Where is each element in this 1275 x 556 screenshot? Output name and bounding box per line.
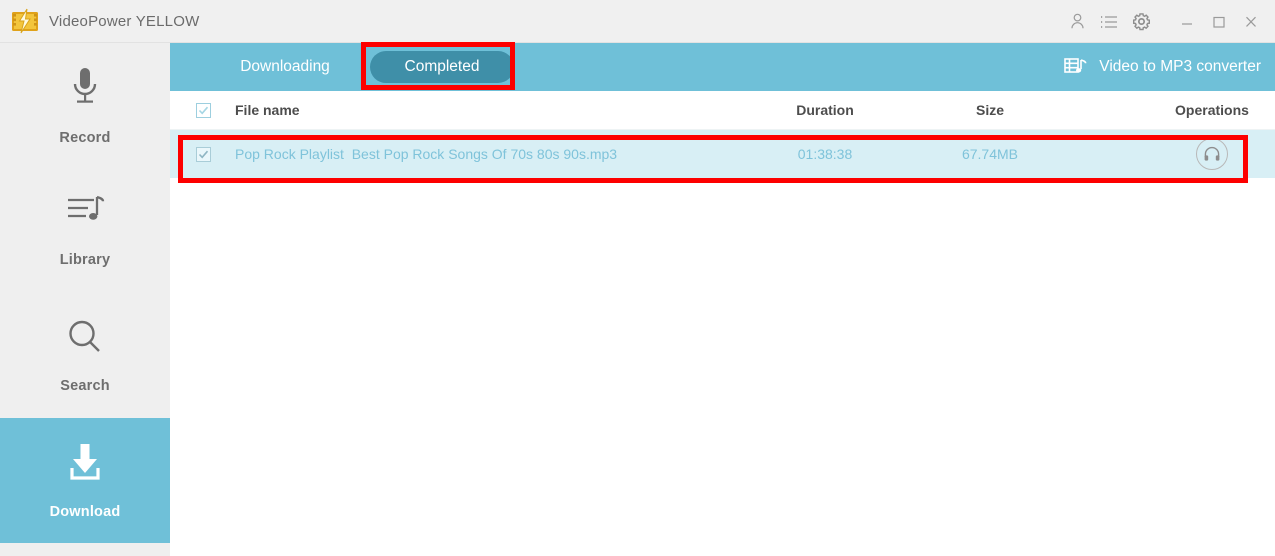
- videopower-logo-icon: [10, 7, 40, 35]
- tab-completed[interactable]: Completed: [370, 51, 514, 83]
- table-row[interactable]: Pop Rock Playlist Best Pop Rock Songs Of…: [170, 130, 1275, 178]
- table-header-row: File name Duration Size Operations: [170, 91, 1275, 130]
- application-window: VideoPower YELLOW Record Library Search …: [0, 0, 1275, 556]
- window-controls: [1061, 0, 1267, 43]
- title-bar: VideoPower YELLOW: [0, 0, 1275, 43]
- tab-bar: Downloading Completed Video to MP3 conve…: [170, 43, 1275, 91]
- app-title: VideoPower YELLOW: [49, 12, 200, 30]
- sidebar-item-label: Download: [49, 504, 121, 520]
- maximize-icon[interactable]: [1203, 7, 1235, 37]
- row-checkbox[interactable]: [195, 146, 211, 162]
- row-duration: 01:38:38: [797, 146, 853, 162]
- sidebar-item-label: Library: [59, 252, 111, 268]
- row-size: 67.74MB: [961, 146, 1019, 162]
- column-header-size[interactable]: Size: [930, 91, 1050, 129]
- magnifier-icon: [65, 317, 105, 362]
- video-to-mp3-converter-button[interactable]: Video to MP3 converter: [1063, 43, 1261, 91]
- playlist-music-icon: [64, 193, 106, 236]
- column-header-operations: Operations: [1175, 102, 1249, 118]
- select-all-checkbox[interactable]: [195, 102, 211, 118]
- column-header-file-name[interactable]: File name: [235, 91, 300, 129]
- app-brand: VideoPower YELLOW: [10, 4, 199, 38]
- sidebar-item-download[interactable]: Download: [0, 418, 170, 543]
- settings-gear-icon[interactable]: [1125, 7, 1157, 37]
- column-header-duration[interactable]: Duration: [760, 91, 890, 129]
- account-icon[interactable]: [1061, 7, 1093, 37]
- sidebar-item-label: Search: [60, 378, 110, 394]
- minimize-icon[interactable]: [1171, 7, 1203, 37]
- sidebar-item-search[interactable]: Search: [0, 293, 170, 418]
- row-file-name[interactable]: Pop Rock Playlist Best Pop Rock Songs Of…: [235, 130, 617, 178]
- video-to-mp3-icon: [1063, 56, 1087, 78]
- converter-label: Video to MP3 converter: [1099, 58, 1261, 75]
- row-checkbox-cell[interactable]: [188, 130, 218, 178]
- tab-downloading[interactable]: Downloading: [205, 51, 365, 83]
- microphone-icon: [66, 65, 104, 114]
- row-operations-cell[interactable]: [1157, 130, 1267, 178]
- sidebar-item-record[interactable]: Record: [0, 43, 170, 168]
- main-content: Downloading Completed Video to MP3 conve…: [170, 43, 1275, 556]
- list-icon[interactable]: [1093, 7, 1125, 37]
- headphones-icon[interactable]: [1196, 138, 1228, 170]
- sidebar-item-label: Record: [59, 130, 111, 146]
- sidebar-item-library[interactable]: Library: [0, 168, 170, 293]
- close-icon[interactable]: [1235, 7, 1267, 37]
- sidebar: Record Library Search Download: [0, 43, 170, 556]
- select-all-checkbox-cell[interactable]: [188, 91, 218, 129]
- download-arrow-icon: [63, 441, 107, 488]
